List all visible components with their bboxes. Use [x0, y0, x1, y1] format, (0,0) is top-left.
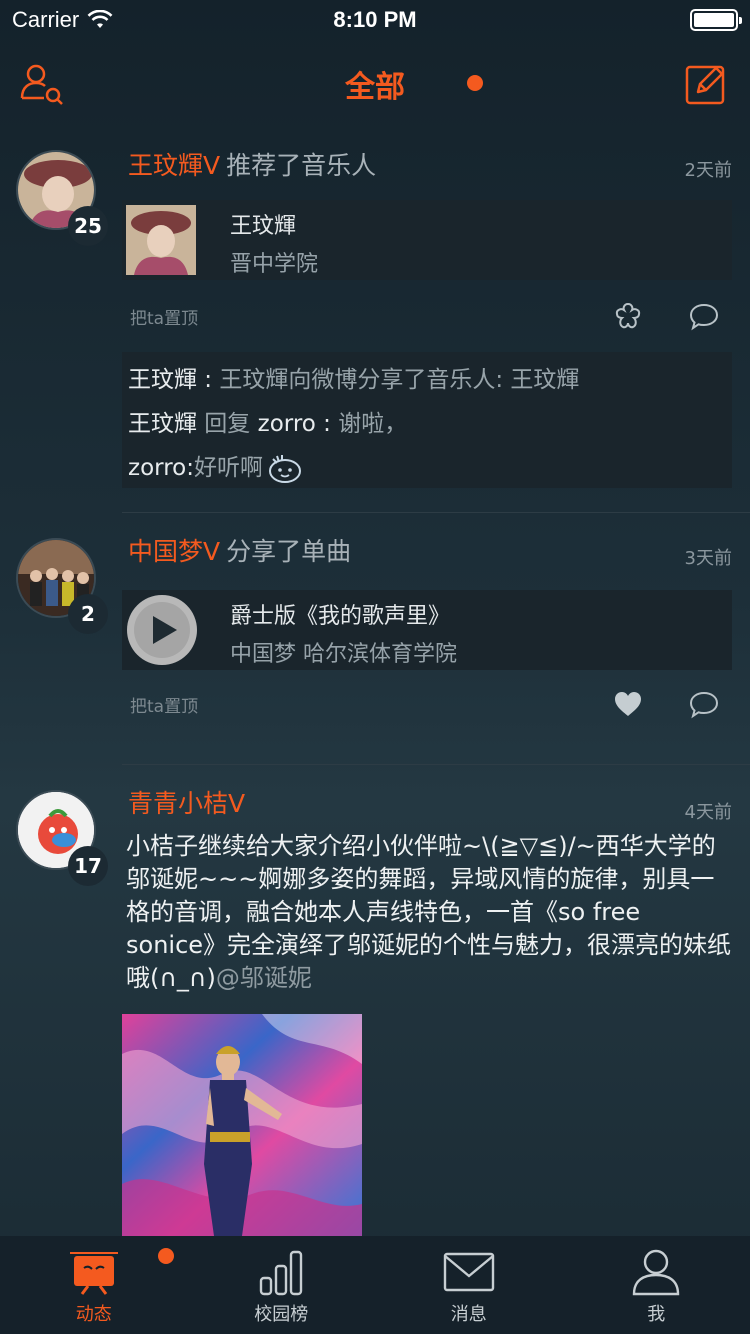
- heart-icon[interactable]: [612, 688, 644, 720]
- post-action: 推荐了音乐人: [226, 151, 377, 180]
- tab-label: 我: [647, 1304, 666, 1325]
- play-button[interactable]: [126, 594, 198, 666]
- post-divider: [122, 764, 750, 765]
- comment-text: 好听啊: [193, 455, 263, 481]
- post-header: 中国梦V 分享了单曲: [128, 532, 351, 568]
- comment-author[interactable]: zorro: [128, 446, 186, 490]
- tab-messages[interactable]: 消息: [375, 1236, 563, 1334]
- post-header: 王玟輝V 推荐了音乐人: [128, 146, 376, 182]
- post-author[interactable]: 王玟輝V: [128, 151, 220, 180]
- post-time: 2天前: [684, 160, 732, 181]
- comments-box: 王玟輝 : 王玟輝向微博分享了音乐人: 王玟輝 王玟輝 回复 zorro : 谢…: [122, 352, 732, 488]
- post-author[interactable]: 中国梦V: [128, 537, 220, 566]
- card-title: 爵士版《我的歌声里》: [230, 604, 451, 629]
- tab-me[interactable]: 我: [563, 1236, 750, 1334]
- tab-label: 校园榜: [254, 1304, 309, 1325]
- tab-label: 消息: [450, 1304, 487, 1325]
- comment-text: 谢啦，: [338, 411, 408, 437]
- find-friends-icon[interactable]: [18, 60, 66, 108]
- post-time: 3天前: [684, 548, 732, 569]
- unread-dot: [467, 75, 483, 91]
- pin-to-top-link[interactable]: 把ta置顶: [130, 692, 198, 717]
- tab-feed[interactable]: 动态: [0, 1236, 188, 1334]
- comment-icon[interactable]: [688, 688, 720, 720]
- comment: zorro : 好听啊: [128, 446, 726, 490]
- post-header: 青青小桔V: [128, 784, 245, 820]
- comment-author[interactable]: 王玟輝: [128, 367, 197, 393]
- carrier-label: Carrier: [12, 7, 80, 32]
- compose-icon[interactable]: [684, 62, 728, 106]
- post-action: 分享了单曲: [226, 537, 352, 566]
- card-title: 王玟輝: [230, 214, 297, 239]
- post-body: 小桔子继续给大家介绍小伙伴啦~\(≧▽≦)/~西华大学的邬诞妮~~~婀娜多姿的舞…: [126, 830, 732, 995]
- comment: 王玟輝 : 王玟輝向微博分享了音乐人: 王玟輝: [128, 367, 580, 393]
- post-time: 4天前: [684, 802, 732, 823]
- card-subtitle: 中国梦 哈尔滨体育学院: [230, 642, 457, 667]
- message-count-badge: 25: [68, 206, 108, 246]
- nav-bar: 全部: [0, 40, 750, 128]
- comment-text: 王玟輝向微博分享了音乐人: 王玟輝: [219, 367, 580, 393]
- tv-icon: [69, 1252, 118, 1295]
- musician-thumbnail: [126, 205, 196, 275]
- comment-icon[interactable]: [688, 300, 720, 332]
- emoji-icon: [268, 455, 301, 483]
- page-title[interactable]: 全部: [345, 62, 405, 106]
- reply-target[interactable]: zorro: [258, 411, 316, 437]
- post-author[interactable]: 青青小桔V: [128, 789, 245, 818]
- post-photo[interactable]: [122, 1014, 362, 1236]
- avatar[interactable]: 17: [16, 790, 108, 886]
- pin-to-top-link[interactable]: 把ta置顶: [130, 304, 198, 329]
- card-subtitle: 晋中学院: [230, 252, 319, 277]
- comment-author[interactable]: 王玟輝: [128, 411, 197, 437]
- musician-card[interactable]: 王玟輝 晋中学院: [122, 200, 732, 280]
- post-divider: [122, 512, 750, 513]
- tab-bar: 动态 校园榜 消息 我: [0, 1236, 750, 1334]
- status-bar: Carrier 8:10 PM: [0, 0, 750, 40]
- unread-dot: [158, 1248, 174, 1264]
- avatar[interactable]: 25: [16, 150, 108, 246]
- song-card[interactable]: 爵士版《我的歌声里》 中国梦 哈尔滨体育学院: [122, 590, 732, 670]
- message-count-badge: 17: [68, 846, 108, 886]
- comment: 王玟輝 回复 zorro : 谢啦，: [128, 411, 408, 437]
- tab-campus-rank[interactable]: 校园榜: [188, 1236, 376, 1334]
- battery-icon: [690, 9, 742, 31]
- wifi-icon: [87, 10, 113, 28]
- person-icon: [633, 1249, 680, 1296]
- message-count-badge: 2: [68, 594, 108, 634]
- flower-icon[interactable]: [612, 300, 644, 332]
- mention-link[interactable]: @邬诞妮: [216, 964, 312, 992]
- mail-icon: [443, 1252, 494, 1292]
- feed-list[interactable]: 25 王玟輝V 推荐了音乐人 2天前 王玟輝 晋中学院 把ta置顶 王玟輝: …: [0, 128, 750, 1236]
- bar-chart-icon: [260, 1250, 303, 1296]
- tab-label: 动态: [75, 1304, 112, 1325]
- avatar[interactable]: 2: [16, 538, 108, 634]
